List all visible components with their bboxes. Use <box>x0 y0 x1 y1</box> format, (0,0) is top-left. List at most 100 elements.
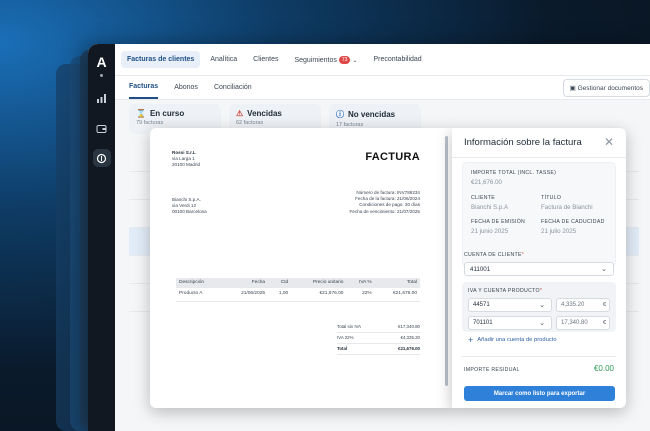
add-product-account-button[interactable]: + Añadir una cuenta de producto <box>468 335 557 345</box>
residual-value: €0.00 <box>593 364 614 373</box>
table-row: Producto A 21/06/2025 1,00 €21,676.00 22… <box>176 288 420 302</box>
panel-header: Información sobre la factura <box>452 128 626 158</box>
preview-scrollbar[interactable] <box>445 136 448 386</box>
manage-documents-button[interactable]: ▣ Gestionar documentos <box>562 79 650 97</box>
col-total: Total <box>374 278 420 289</box>
side-rail: A <box>88 44 115 431</box>
tab-clientes[interactable]: Clientes <box>247 51 284 68</box>
cell: 1,00 <box>268 288 292 302</box>
divider <box>462 356 616 357</box>
total-value: €21,676.00 <box>398 345 420 351</box>
cliente-field: CLIENTE Bianchi S.p.A <box>471 195 541 211</box>
product-amount-input[interactable]: 17,340.80 € <box>556 316 610 330</box>
add-product-account-label: Añadir una cuenta de producto <box>477 337 557 343</box>
iva-account-select[interactable]: 44571 ⌄ <box>468 298 552 312</box>
product-amount-value: 17,340.80 <box>561 320 588 326</box>
plus-icon: + <box>468 335 474 345</box>
total-row: Total €21,676.00 <box>337 344 420 355</box>
cell: Producto A <box>176 288 223 302</box>
subtab-conciliacion[interactable]: Conciliación <box>214 77 252 98</box>
invoice-items-table: Descripción Fecha Ctd Precio unitario IV… <box>176 278 420 302</box>
top-nav: Facturas de clientes Analítica Clientes … <box>115 44 650 76</box>
tab-facturas-de-clientes[interactable]: Facturas de clientes <box>121 51 201 68</box>
col-fecha: Fecha <box>222 278 269 289</box>
cuenta-cliente-label: CUENTA DE CLIENTE* <box>464 252 524 258</box>
residual-label: IMPORTE RESIDUAL <box>464 367 520 373</box>
subtab-facturas[interactable]: Facturas <box>129 76 159 99</box>
chevron-down-icon: ⌄ <box>539 302 545 309</box>
cliente-value: Bianchi S.p.A <box>471 204 509 211</box>
tab-analitica[interactable]: Analítica <box>204 51 243 68</box>
analytics-icon[interactable] <box>93 89 111 107</box>
iva-section: IVA Y CUENTA PRODUCTO* 44571 ⌄ 4,335.20 … <box>462 282 616 332</box>
tab-seguimientos[interactable]: Seguimientos 73 ⌄ <box>288 51 363 69</box>
due-date: Fecha de vencimiento: 21/07/2025 <box>349 208 421 214</box>
iva-amount-input[interactable]: 4,335.20 € <box>556 298 610 312</box>
product-account-value: 701101 <box>473 320 493 326</box>
issuer-address: Rossi S.r.L via Larga 1 20100 Madrid <box>172 150 200 169</box>
iva-label-text: IVA Y CUENTA PRODUCTO <box>468 288 540 294</box>
total-label: Total <box>337 345 348 351</box>
invoices-icon[interactable] <box>92 149 111 167</box>
product-account-select[interactable]: 701101 ⌄ <box>468 316 552 330</box>
invoice-title: FACTURA <box>365 151 420 163</box>
issuer-city: 20100 Madrid <box>172 162 201 168</box>
cell: 21/06/2025 <box>222 288 269 302</box>
notification-badge: 73 <box>338 55 351 64</box>
emision-label: FECHA DE EMISIÓN <box>471 219 526 225</box>
required-mark: * <box>539 288 543 294</box>
invoice-meta: Número de factura: INV789234 Fecha de la… <box>350 190 421 215</box>
payment-terms: Condiciones de pago: 30 días <box>359 202 420 208</box>
cell: €21,676.00 <box>291 288 347 302</box>
cuenta-cliente-value: 411001 <box>470 266 491 273</box>
sub-nav: Facturas Abonos Conciliación ▣ Gestionar… <box>115 76 650 100</box>
emision-field: FECHA DE EMISIÓN 21 junio 2025 <box>471 219 541 235</box>
cuenta-cliente-select[interactable]: 411001 ⌄ <box>464 262 614 276</box>
card-title: No vencidas <box>348 110 396 119</box>
iva-account-value: 44571 <box>473 302 490 308</box>
total-row: Total sin IVA €17,340.80 <box>337 322 420 333</box>
document-icon: ▣ <box>569 85 578 92</box>
card-subtitle: 62 facturas <box>236 120 264 126</box>
col-precio: Precio unitario <box>291 278 347 289</box>
currency-label: € <box>602 302 606 308</box>
importe-label: IMPORTE TOTAL (INCL. TASSE) <box>471 170 557 176</box>
recipient-address: Bianchi S.p.A. via Verdi 12 00100 Barcel… <box>172 197 207 216</box>
titulo-field: TÍTULO Factura de Bianchi <box>541 195 611 211</box>
info-icon: ⓘ <box>336 110 344 119</box>
iva-label: IVA Y CUENTA PRODUCTO* <box>468 288 542 294</box>
required-mark: * <box>521 252 525 258</box>
total-label: Total sin IVA <box>337 324 362 329</box>
currency-label: € <box>602 320 606 326</box>
iva-amount-value: 4,335.20 <box>561 302 585 308</box>
subtab-abonos[interactable]: Abonos <box>174 77 198 98</box>
tab-precontabilidad[interactable]: Precontabilidad <box>367 51 427 68</box>
summary-grid: CLIENTE Bianchi S.p.A TÍTULO Factura de … <box>471 195 607 235</box>
total-label: IVA 22% <box>337 334 354 340</box>
cliente-label: CLIENTE <box>471 195 496 201</box>
invoice-preview: Rossi S.r.L via Larga 1 20100 Madrid FAC… <box>150 128 452 408</box>
total-value: €17,340.80 <box>398 324 420 329</box>
cuenta-cliente-text: CUENTA DE CLIENTE <box>464 252 522 258</box>
tab-seguimientos-label: Seguimientos <box>294 56 337 64</box>
titulo-value: Factura de Bianchi <box>541 204 593 211</box>
caducidad-field: FECHA DE CADUCIDAD 21 julio 2025 <box>541 219 611 235</box>
close-icon[interactable]: ✕ <box>604 136 614 148</box>
card-subtitle: 79 facturas <box>136 120 164 126</box>
cell: €21,676.00 <box>374 288 420 302</box>
caducidad-value: 21 julio 2025 <box>541 228 577 235</box>
hourglass-icon: ⌛ <box>136 109 146 118</box>
invoice-totals: Total sin IVA €17,340.80 IVA 22% €4,335.20… <box>337 322 420 355</box>
rail-dot <box>100 74 103 77</box>
recipient-city: 00100 Barcelona <box>172 209 207 215</box>
col-ctd: Ctd <box>268 278 292 289</box>
card-title: En curso <box>149 109 185 118</box>
chevron-down-icon: ⌄ <box>352 57 358 64</box>
mark-ready-export-button[interactable]: Marcar como listo para exportar <box>464 386 615 401</box>
manage-documents-label: Gestionar documentos <box>577 85 643 92</box>
importe-value: €21,676.00 <box>471 179 502 186</box>
panel-title: Información sobre la factura <box>464 137 582 148</box>
cell: 22% <box>346 288 375 302</box>
titulo-label: TÍTULO <box>541 195 562 201</box>
wallet-icon[interactable] <box>93 119 111 137</box>
